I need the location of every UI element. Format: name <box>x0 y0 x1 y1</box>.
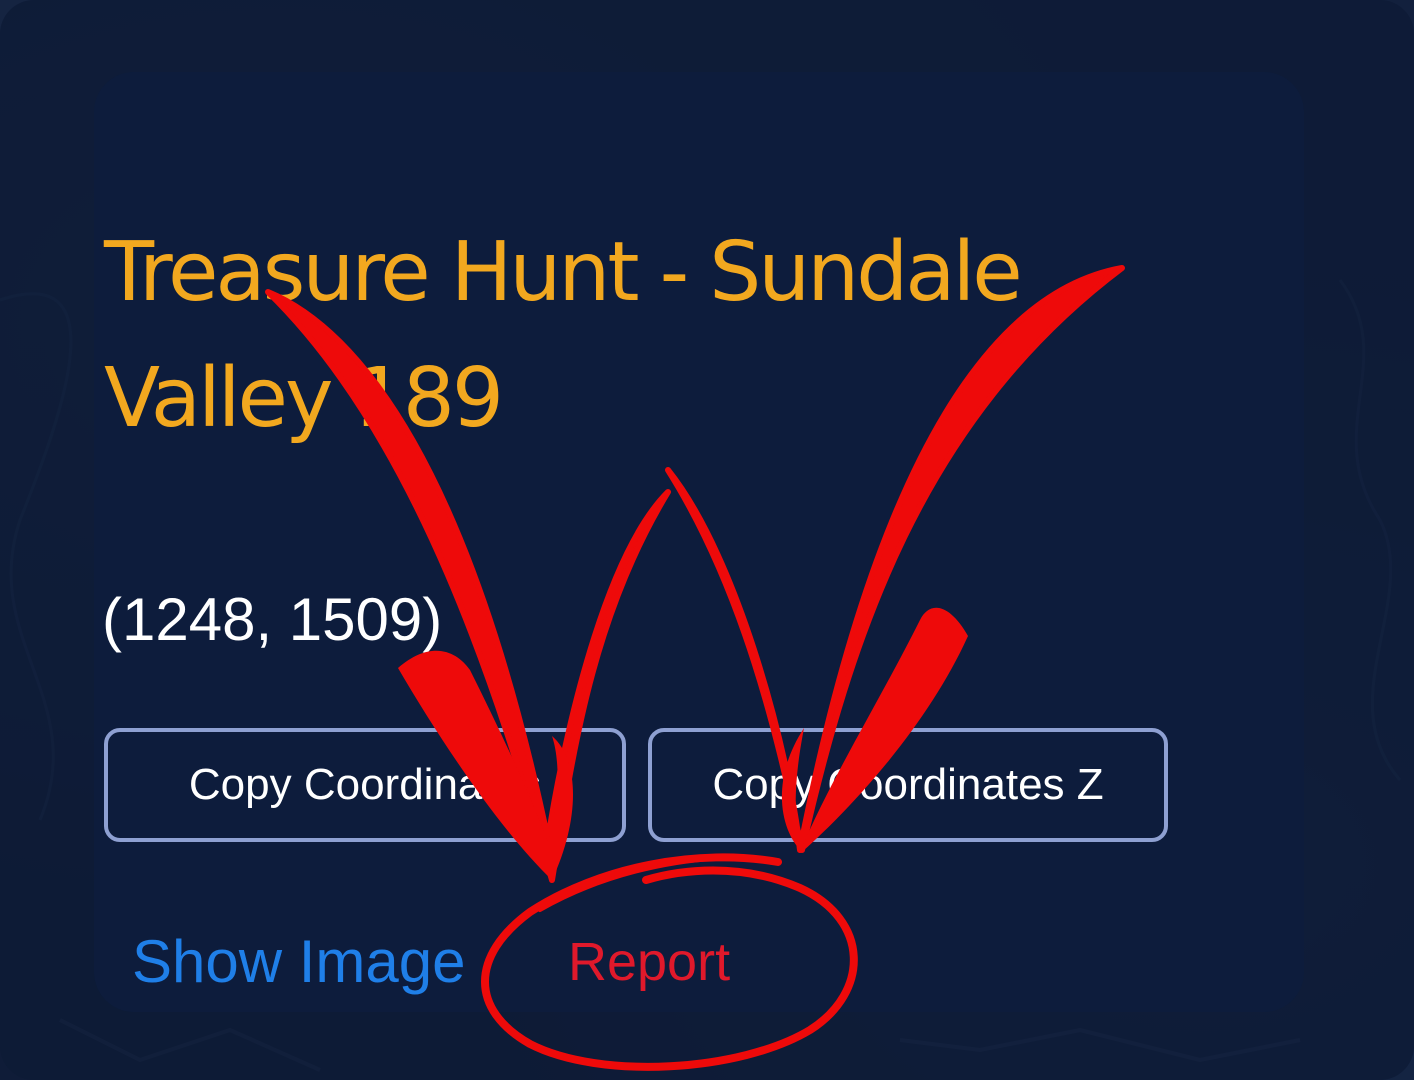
copy-coordinates-z-button[interactable]: Copy Coordinates Z <box>648 728 1168 842</box>
coordinates-text: (1248, 1509) <box>102 586 443 653</box>
screenshot-frame: Treasure Hunt - Sundale Valley 189 (1248… <box>0 0 1414 1080</box>
report-link[interactable]: Report <box>568 924 730 1000</box>
copy-coordinates-button[interactable]: Copy Coordinates <box>104 728 626 842</box>
show-image-link[interactable]: Show Image <box>132 924 466 1000</box>
copy-coordinates-label: Copy Coordinates <box>188 760 542 809</box>
location-title: Treasure Hunt - Sundale Valley 189 <box>104 225 1023 446</box>
copy-coordinates-z-label: Copy Coordinates Z <box>712 760 1104 809</box>
